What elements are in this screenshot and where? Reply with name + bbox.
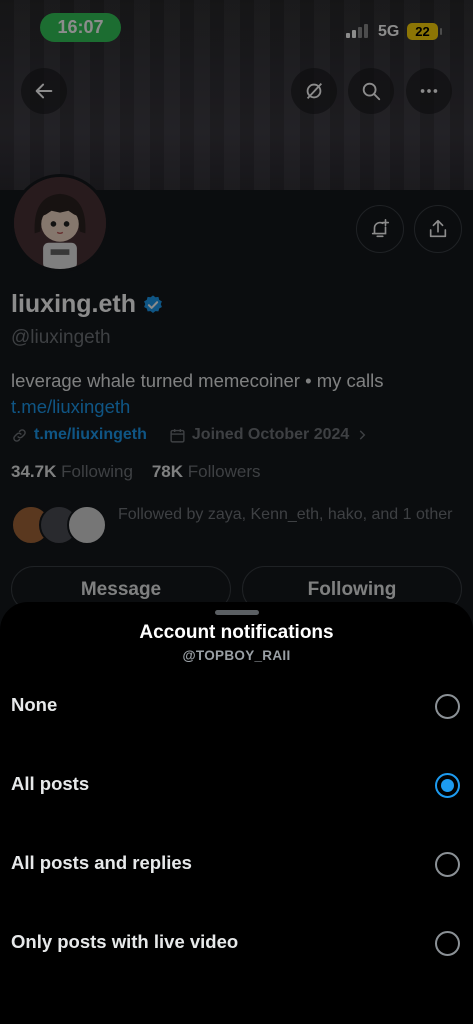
option-label: All posts: [11, 773, 90, 794]
option-label: None: [11, 694, 58, 715]
sheet-grabber[interactable]: [215, 610, 259, 615]
option-live-video[interactable]: Only posts with live video: [0, 914, 473, 974]
radio-button-selected[interactable]: [435, 773, 460, 798]
radio-button[interactable]: [435, 931, 460, 956]
option-all-posts[interactable]: All posts: [0, 756, 473, 816]
account-notifications-sheet: Account notifications @TOPBOY_RAII None …: [0, 602, 473, 1024]
sheet-subtitle: @TOPBOY_RAII: [182, 648, 291, 663]
option-label: All posts and replies: [11, 852, 192, 873]
radio-button[interactable]: [435, 852, 460, 877]
radio-button[interactable]: [435, 694, 460, 719]
option-label: Only posts with live video: [11, 931, 239, 952]
option-all-posts-and-replies[interactable]: All posts and replies: [0, 835, 473, 895]
sheet-title: Account notifications: [139, 622, 334, 643]
option-none[interactable]: None: [0, 677, 473, 737]
